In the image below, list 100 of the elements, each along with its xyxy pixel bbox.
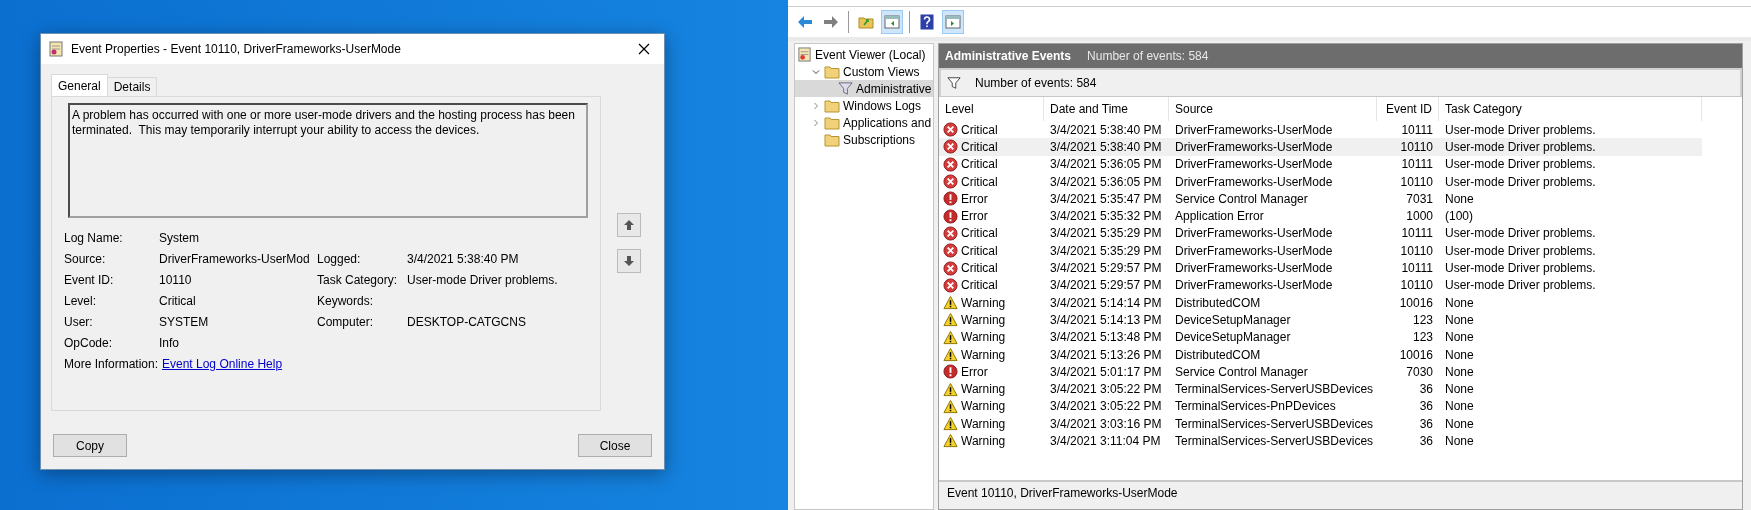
column-header[interactable]: Date and Time	[1044, 97, 1169, 121]
table-cell-text: 10110	[1399, 174, 1434, 189]
field-value: SYSTEM	[159, 314, 210, 331]
tab[interactable]: General	[51, 74, 108, 96]
field-value: 3/4/2021 5:38:40 PM	[407, 251, 520, 268]
table-cell-text: 3/4/2021 5:35:29 PM	[1049, 226, 1163, 241]
event-row[interactable]: Error 3/4/2021 5:35:32 PM Application Error 1000 (100)	[939, 207, 1702, 225]
event-row[interactable]: Error 3/4/2021 5:01:17 PM Service Control Manager 7030 None	[939, 363, 1702, 381]
tree-item[interactable]: Custom Views	[795, 63, 933, 80]
event-row[interactable]: Warning 3/4/2021 5:13:48 PM DeviceSetupManager 123 None	[939, 328, 1702, 346]
warning-icon	[943, 416, 958, 432]
table-cell-text: 36	[1418, 434, 1434, 448]
level-cell: Critical	[939, 225, 1044, 241]
table-cell-text: 1000	[1405, 209, 1434, 224]
next-button[interactable]	[617, 249, 641, 273]
table-cell-text: DriverFrameworks-UserMode	[1174, 139, 1334, 154]
event-row[interactable]: Warning 3/4/2021 5:14:14 PM DistributedCOM 10016 None	[939, 293, 1702, 312]
event-row[interactable]: Warning 3/4/2021 3:05:22 PM TerminalServices-ServerUSBDevices 36 None	[939, 380, 1702, 398]
event-row[interactable]: Critical 3/4/2021 5:35:29 PM DriverFrameworks-UserMode 10111 User-mode Driver problems.	[939, 224, 1702, 243]
table-cell-text: 3/4/2021 5:13:26 PM	[1049, 347, 1163, 362]
critical-icon	[943, 122, 958, 138]
up-arrow-icon	[623, 219, 635, 231]
event-count: Number of events: 584	[975, 76, 1097, 90]
column-header[interactable]: Level	[939, 97, 1044, 121]
table-cell-text: None	[1444, 191, 1475, 206]
table-cell-text: 10016	[1398, 347, 1434, 362]
table-cell-text: 7030	[1405, 364, 1434, 379]
column-header[interactable]: Event ID	[1377, 97, 1439, 121]
field-label: Logged:	[317, 251, 362, 268]
event-row[interactable]: Critical 3/4/2021 5:38:40 PM DriverFrameworks-UserMode 10110 User-mode Driver problems.	[939, 138, 1702, 156]
tree-item[interactable]: Applications and	[795, 114, 933, 131]
tree-item[interactable]: Subscriptions	[795, 131, 933, 148]
event-row[interactable]: Critical 3/4/2021 5:36:05 PM DriverFrameworks-UserMode 10111 User-mode Driver problems.	[939, 155, 1702, 173]
tree-item[interactable]: Windows Logs	[795, 97, 933, 114]
event-row[interactable]: Warning 3/4/2021 3:03:16 PM TerminalServices-ServerUSBDevices 36 None	[939, 415, 1702, 433]
field-value: User-mode Driver problems.	[407, 272, 559, 289]
table-cell-text: 36	[1418, 416, 1434, 431]
field-value: Critical	[159, 293, 197, 310]
help-link[interactable]: Event Log Online Help	[159, 357, 283, 371]
event-row[interactable]: Warning 3/4/2021 5:13:26 PM DistributedCOM 10016 None	[939, 345, 1702, 364]
event-row[interactable]: Critical 3/4/2021 5:35:29 PM DriverFrameworks-UserMode 10110 User-mode Driver problems.	[939, 242, 1702, 260]
field-label: Event ID:	[64, 272, 115, 289]
table-cell-text: 123	[1411, 330, 1434, 345]
column-header[interactable]: Task Category	[1439, 97, 1702, 121]
close-button[interactable]: Close	[578, 434, 652, 457]
table-cell-text: 3/4/2021 5:13:48 PM	[1049, 330, 1163, 345]
previous-button[interactable]	[617, 213, 641, 237]
event-count: Number of events: 584	[1087, 49, 1209, 63]
tree-item[interactable]: Administrative	[795, 80, 933, 97]
critical-icon	[943, 225, 958, 241]
table-cell-text: TerminalServices-ServerUSBDevices	[1174, 434, 1375, 448]
table-cell-text: TerminalServices-ServerUSBDevices	[1174, 382, 1375, 397]
table-cell-text: Application Error	[1174, 209, 1265, 224]
chevron-down-icon[interactable]	[812, 67, 820, 76]
table-cell-text: DriverFrameworks-UserMode	[1174, 174, 1334, 189]
table-cell-text: 10110	[1399, 243, 1434, 258]
field-value: 10110	[159, 272, 193, 289]
tree-item[interactable]: Event Viewer (Local)	[795, 46, 933, 63]
event-row[interactable]: Critical 3/4/2021 5:38:40 PM DriverFrameworks-UserMode 10111 User-mode Driver problems.	[939, 121, 1702, 139]
level-cell: Warning	[939, 329, 1044, 345]
filter-icon	[947, 76, 961, 90]
warning-icon	[943, 329, 958, 345]
field-label: Computer:	[317, 314, 375, 331]
table-cell-text: None	[1444, 416, 1475, 431]
back-arrow-icon	[797, 15, 813, 29]
event-log-icon	[797, 47, 812, 62]
table-cell-text: 3/4/2021 5:01:17 PM	[1049, 364, 1163, 379]
table-cell-text: Service Control Manager	[1174, 191, 1309, 206]
field-label: Keywords:	[317, 293, 375, 310]
table-cell-text: 3/4/2021 3:05:22 PM	[1049, 399, 1163, 414]
event-row[interactable]: Warning 3/4/2021 3:11:04 PM TerminalServices-ServerUSBDevices 36 None	[939, 432, 1702, 450]
level-cell: Error	[939, 191, 1044, 207]
table-cell-text: None	[1444, 399, 1475, 414]
table-cell-text: 36	[1418, 399, 1434, 414]
folder-icon	[858, 15, 874, 29]
event-row[interactable]: Error 3/4/2021 5:35:47 PM Service Control Manager 7031 None	[939, 190, 1702, 208]
close-icon	[638, 42, 650, 55]
level-cell: Critical	[939, 139, 1044, 155]
table-cell-text: 3/4/2021 5:35:47 PM	[1049, 191, 1163, 206]
critical-icon	[943, 260, 958, 276]
field-value: DESKTOP-CATGCNS	[407, 314, 527, 331]
copy-button[interactable]: Copy	[53, 434, 127, 457]
table-cell-text: User-mode Driver problems.	[1444, 157, 1597, 172]
table-cell-text: 10111	[1400, 122, 1434, 137]
forward-arrow-icon	[823, 15, 839, 29]
folder-icon	[824, 132, 840, 147]
event-row[interactable]: Critical 3/4/2021 5:29:57 PM DriverFrameworks-UserMode 10111 User-mode Driver problems.	[939, 259, 1702, 277]
event-row[interactable]: Critical 3/4/2021 5:29:57 PM DriverFrameworks-UserMode 10110 User-mode Driver problems.	[939, 276, 1702, 294]
event-row[interactable]: Warning 3/4/2021 5:14:13 PM DeviceSetupManager 123 None	[939, 311, 1702, 329]
warning-icon	[943, 433, 958, 449]
event-row[interactable]: Warning 3/4/2021 3:05:22 PM TerminalServices-PnPDevices 36 None	[939, 397, 1702, 416]
level-cell: Warning	[939, 433, 1044, 449]
column-header[interactable]: Source	[1169, 97, 1377, 121]
critical-icon	[943, 174, 958, 190]
table-cell-text: TerminalServices-ServerUSBDevices	[1174, 416, 1375, 431]
field-value: System	[159, 230, 200, 247]
warning-icon	[943, 347, 958, 362]
event-row[interactable]: Critical 3/4/2021 5:36:05 PM DriverFrameworks-UserMode 10110 User-mode Driver problems.	[939, 172, 1702, 191]
level-cell: Error	[939, 364, 1044, 380]
tab[interactable]: Details	[106, 77, 158, 96]
